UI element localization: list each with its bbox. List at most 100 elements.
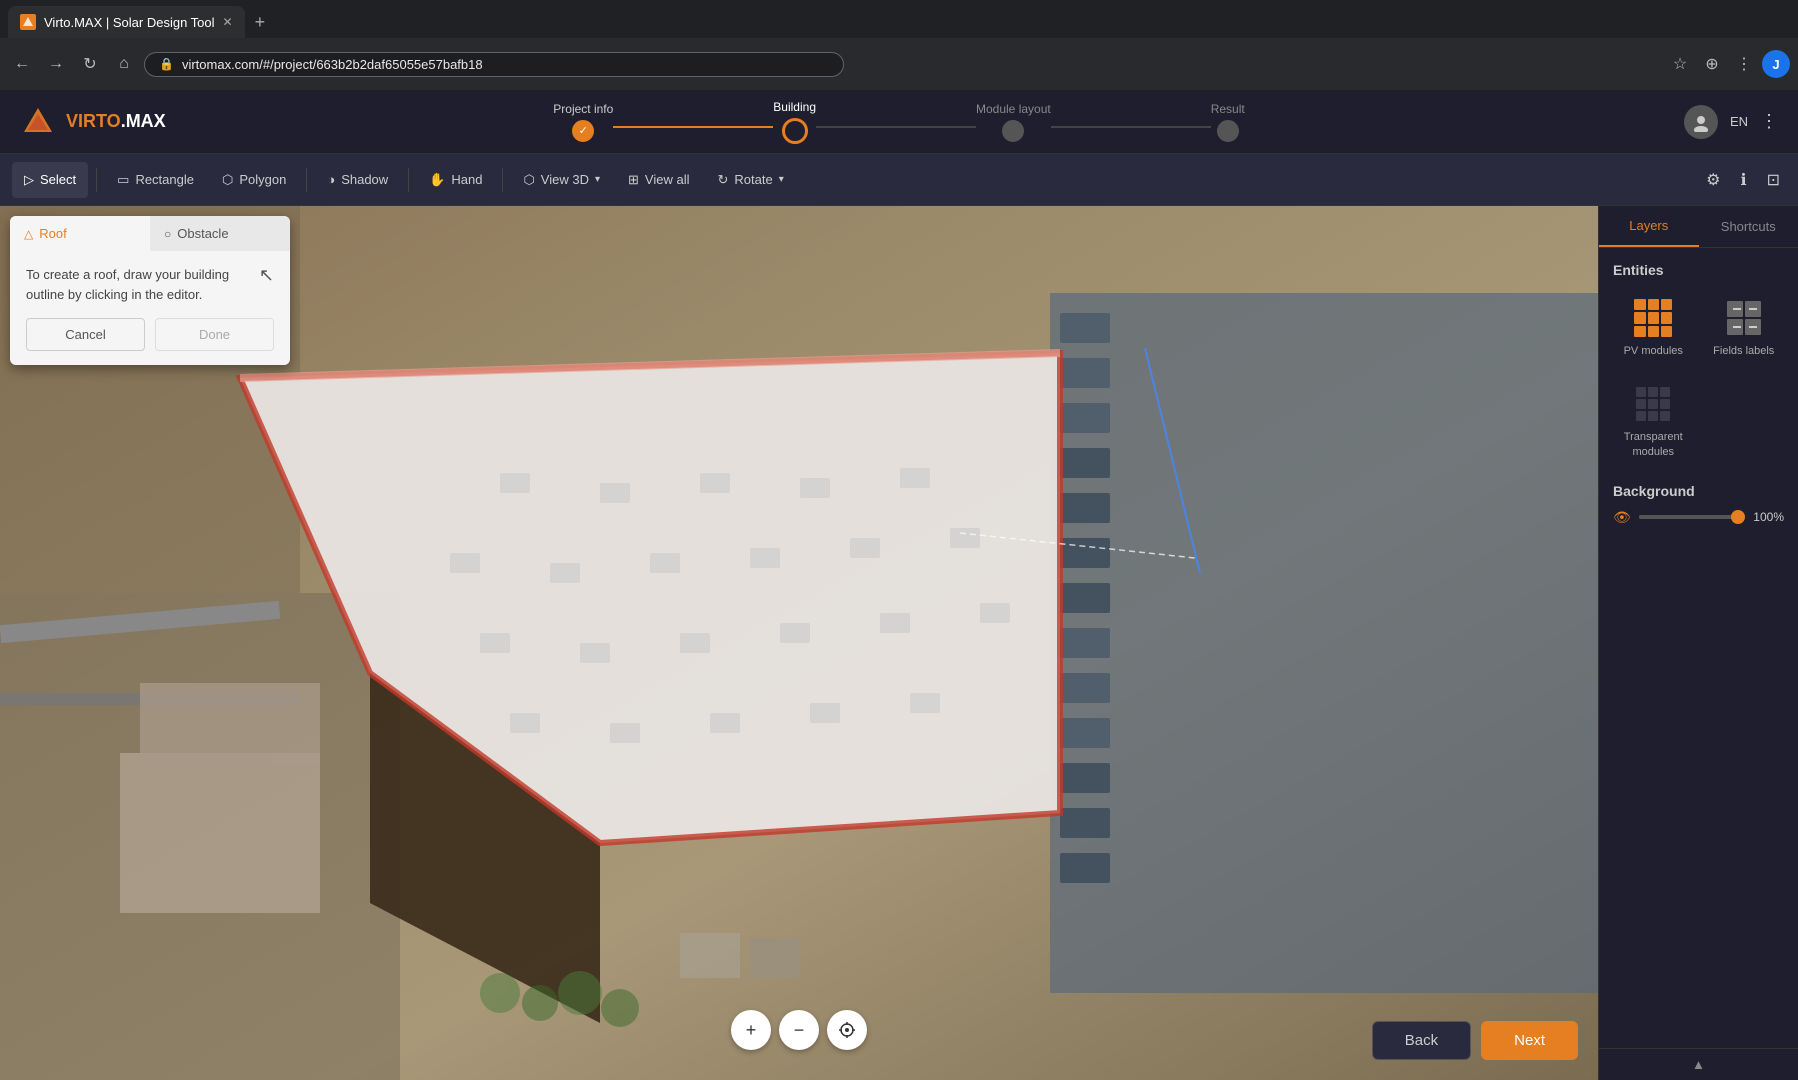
settings-button[interactable]: ⋮ [1730,50,1758,78]
step-2-circle [782,118,808,144]
opacity-fill [1639,515,1740,519]
app-header: VIRTO.MAX Project info ✓ Building [0,90,1798,154]
opacity-slider[interactable] [1639,515,1746,519]
language-selector[interactable]: EN [1730,114,1748,129]
obstacle-tab-icon: ○ [164,227,171,241]
zoom-in-button[interactable]: + [731,1010,771,1050]
bottom-navigation: Back Next [1372,1021,1578,1060]
rectangle-icon: ▭ [117,172,129,188]
reset-view-button[interactable] [827,1010,867,1050]
rectangle-tool-button[interactable]: ▭ Rectangle [105,162,206,198]
transparent-modules-label: Transparent modules [1617,430,1690,459]
settings-icon-button[interactable]: ⚙ [1700,164,1726,196]
step-4-circle [1217,120,1239,142]
main-content: △ Roof ○ Obstacle To create a roof, draw… [0,206,1798,1080]
home-button[interactable]: ⌂ [110,50,138,78]
transparent-modules-entity[interactable]: Transparent modules [1613,376,1694,467]
pv-modules-entity[interactable]: PV modules [1613,290,1694,366]
right-panel: Layers Shortcuts Entities [1598,206,1798,1080]
toolbar-separator-4 [502,168,503,192]
bookmark-button[interactable]: ☆ [1666,50,1694,78]
step-1-circle: ✓ [572,120,594,142]
polygon-tool-button[interactable]: ⬡ Polygon [210,162,298,198]
rotate-chevron: ▾ [779,174,784,185]
background-section: Background 👁 100% [1613,483,1784,526]
fields-labels-label: Fields labels [1713,344,1774,358]
step-1-label: Project info [553,102,613,116]
view3d-button[interactable]: ⬡ View 3D ▾ [511,162,612,198]
transparent-modules-icon [1633,384,1673,424]
zoom-out-button[interactable]: − [779,1010,819,1050]
map-area[interactable]: △ Roof ○ Obstacle To create a roof, draw… [0,206,1598,1080]
profile-button[interactable]: J [1762,50,1790,78]
visibility-icon[interactable]: 👁 [1613,509,1631,526]
browser-tabs: Virto.MAX | Solar Design Tool ✕ + [0,0,1798,38]
cancel-button[interactable]: Cancel [26,318,145,351]
tab-title: Virto.MAX | Solar Design Tool [44,15,215,30]
next-button[interactable]: Next [1481,1021,1578,1060]
user-avatar[interactable] [1684,105,1718,139]
view3d-label: View 3D [541,172,589,187]
layers-tab[interactable]: Layers [1599,206,1699,247]
panel-instruction: To create a roof, draw your building out… [26,265,255,304]
cursor-icon: ↖ [259,265,274,286]
step-module-layout: Module layout [976,102,1051,142]
entities-section-title: Entities [1613,262,1784,278]
opacity-thumb [1731,510,1745,524]
step-4-label: Result [1211,102,1245,116]
reload-button[interactable]: ↻ [76,50,104,78]
viewall-button[interactable]: ⊞ View all [616,162,701,198]
opacity-value: 100% [1753,510,1784,524]
hand-tool-button[interactable]: ✋ Hand [417,162,494,198]
pv-modules-label: PV modules [1624,344,1683,358]
step-building: Building [773,100,816,144]
entities-grid: PV modules [1613,290,1784,467]
collapse-button[interactable]: ▲ [1599,1048,1798,1080]
tab-close-button[interactable]: ✕ [223,15,233,29]
forward-nav-button[interactable]: → [42,50,70,78]
pv-cell [1661,299,1672,310]
fields-labels-entity[interactable]: Fields labels [1704,290,1785,366]
roof-tab-icon: △ [24,227,33,241]
fields-labels-icon [1724,298,1764,338]
active-tab[interactable]: Virto.MAX | Solar Design Tool ✕ [8,6,245,38]
back-button[interactable]: Back [1372,1021,1471,1060]
toolbar-separator-1 [96,168,97,192]
progress-bar: Project info ✓ Building Module layout [180,100,1618,144]
pv-cell [1661,312,1672,323]
shadow-label: Shadow [341,172,388,187]
step-result: Result [1211,102,1245,142]
pv-cell [1661,326,1672,337]
obstacle-tab-label: Obstacle [177,226,228,241]
rotate-button[interactable]: ↻ Rotate ▾ [705,162,795,198]
tab-favicon [20,14,36,30]
pv-modules-icon [1633,298,1673,338]
toolbar-separator-2 [306,168,307,192]
new-tab-button[interactable]: + [249,12,272,33]
right-panel-content: Entities [1599,248,1798,1048]
address-bar[interactable]: 🔒 virtomax.com/#/project/663b2b2daf65055… [144,52,844,77]
done-button: Done [155,318,274,351]
polygon-icon: ⬡ [222,172,233,188]
opacity-row: 👁 100% [1613,509,1784,526]
shortcuts-tab[interactable]: Shortcuts [1699,206,1798,247]
step-3-label: Module layout [976,102,1051,116]
info-icon-button[interactable]: ℹ [1735,164,1753,196]
shadow-tool-button[interactable]: ◑ Shadow [315,162,400,198]
header-menu-button[interactable]: ⋮ [1760,111,1778,132]
select-tool-button[interactable]: ▷ Select [12,162,88,198]
extensions-button[interactable]: ⊕ [1698,50,1726,78]
browser-controls: ← → ↻ ⌂ 🔒 virtomax.com/#/project/663b2b2… [0,38,1798,90]
layout-icon-button[interactable]: ⊡ [1761,164,1786,196]
obstacle-tab[interactable]: ○ Obstacle [150,216,290,251]
step-2-label: Building [773,100,816,114]
step-project-info: Project info ✓ [553,102,613,142]
background-title: Background [1613,483,1784,499]
pv-cell [1648,312,1659,323]
roof-tab[interactable]: △ Roof [10,216,150,251]
map-controls: + − [731,1010,867,1050]
browser-actions: ☆ ⊕ ⋮ J [1666,50,1790,78]
back-nav-button[interactable]: ← [8,50,36,78]
rotate-icon: ↻ [717,172,728,188]
view3d-icon: ⬡ [523,172,534,188]
